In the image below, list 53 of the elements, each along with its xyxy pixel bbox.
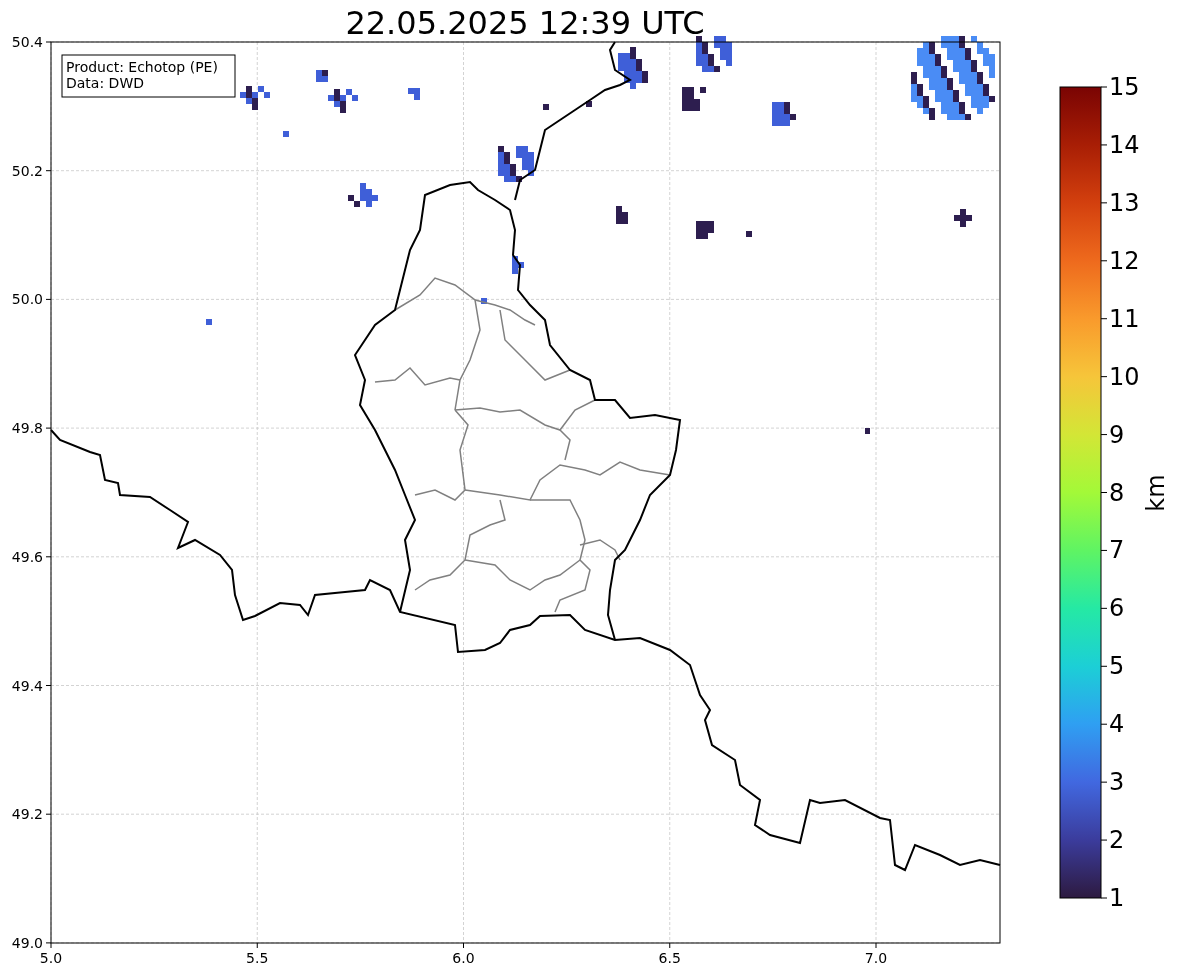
radar-echo-cluster [481, 298, 487, 304]
colorbar-tick-label: 13 [1109, 188, 1140, 217]
colorbar-tick-label: 3 [1109, 768, 1125, 797]
y-tick-label: 49.4 [11, 677, 43, 694]
colorbar-tick-label: 2 [1109, 826, 1125, 855]
x-tick-label: 6.5 [658, 950, 681, 966]
radar-echo-cluster [283, 131, 289, 137]
colorbar-tick-label: 9 [1109, 420, 1125, 449]
radar-echo-cluster [586, 101, 592, 107]
x-tick-label: 7.0 [864, 950, 888, 966]
radar-echo-cluster [328, 89, 358, 113]
radar-echo-cluster [543, 104, 549, 110]
x-tick-label: 5.0 [39, 950, 63, 966]
radar-echo-cluster [498, 146, 534, 182]
y-tick-label: 49.8 [11, 420, 43, 437]
radar-echo-cluster [696, 36, 732, 72]
y-tick-label: 49.2 [11, 806, 43, 823]
y-tick-label: 49.6 [11, 548, 43, 565]
radar-echo-cluster [240, 86, 270, 110]
radar-echo-cluster [682, 87, 706, 111]
radar-echo-cluster [865, 428, 870, 434]
radar-echo-cluster [408, 88, 420, 100]
colorbar-tick-label: 10 [1109, 362, 1140, 391]
radar-echo-cluster [512, 256, 524, 274]
colorbar-tick-label: 1 [1109, 884, 1125, 912]
colorbar-tick-label: 4 [1109, 710, 1125, 739]
colorbar-tick-label: 7 [1109, 536, 1125, 565]
radar-echo-cluster [618, 47, 648, 89]
y-tick-label: 49.0 [11, 934, 43, 951]
radar-echo-cluster [348, 183, 378, 207]
y-tick-label: 50.0 [11, 291, 43, 308]
colorbar-tick-label: 15 [1109, 73, 1140, 101]
radar-echo-cluster [746, 231, 752, 237]
chart-title: 22.05.2025 12:39 UTC [345, 4, 705, 42]
colorbar-label: km [1142, 474, 1170, 512]
radar-echo-cluster [772, 102, 796, 126]
radar-echo-cluster [206, 319, 212, 325]
colorbar-tick-label: 12 [1109, 246, 1140, 275]
colorbar-tick-label: 5 [1109, 652, 1125, 681]
radar-echo-cluster [316, 70, 328, 82]
x-tick-label: 6.0 [452, 950, 475, 966]
info-text: Product: Echotop (PE) [66, 59, 218, 75]
y-tick-label: 50.4 [11, 34, 43, 50]
y-tick-label: 50.2 [11, 162, 43, 179]
colorbar-tick-label: 6 [1109, 594, 1125, 623]
radar-echo-cluster [954, 209, 972, 227]
info-text: Data: DWD [66, 75, 144, 91]
radar-echo-cluster [616, 206, 628, 224]
colorbar-tick-label: 14 [1109, 130, 1140, 159]
x-tick-label: 5.5 [246, 950, 269, 966]
radar-echo-cluster [696, 221, 714, 239]
colorbar-tick-label: 8 [1109, 478, 1125, 507]
colorbar-tick-label: 11 [1109, 304, 1140, 333]
